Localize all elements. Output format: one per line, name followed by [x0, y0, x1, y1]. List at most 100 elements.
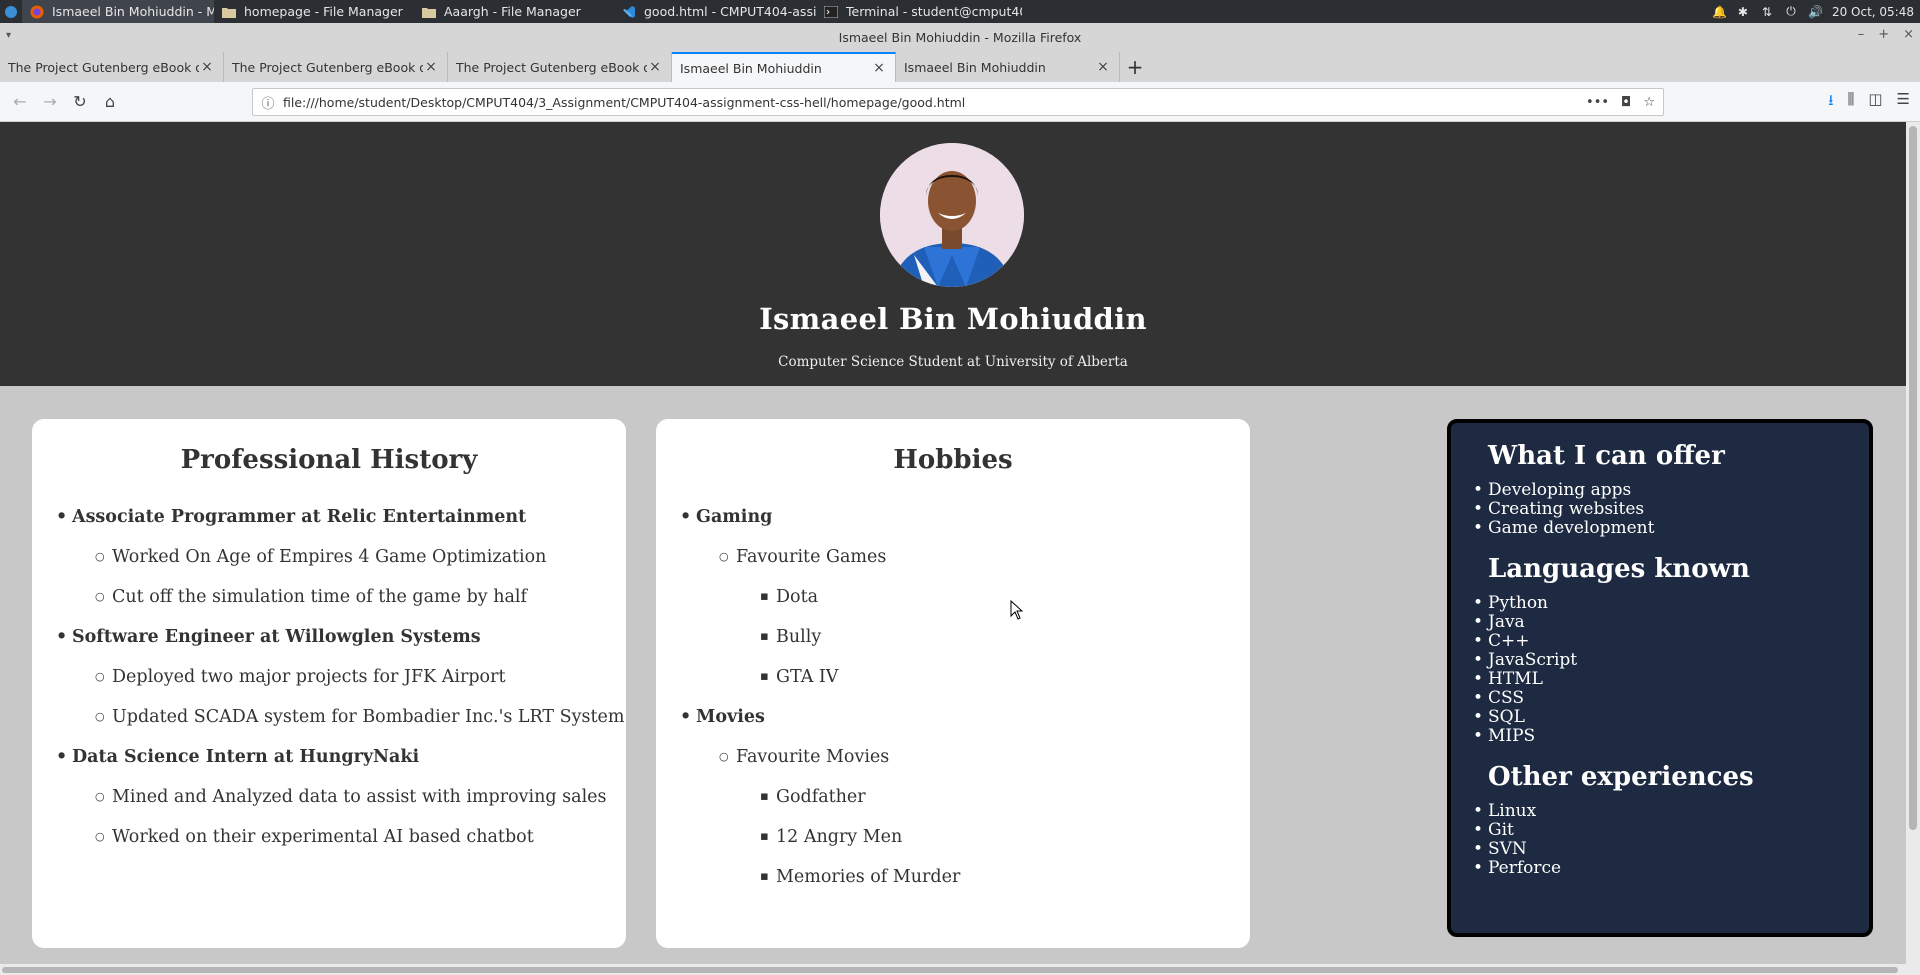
tab-label: The Project Gutenberg eBook of T: [456, 59, 647, 75]
other-experiences-heading: Other experiences: [1488, 762, 1754, 792]
clock[interactable]: 20 Oct, 05:48: [1832, 5, 1914, 19]
start-menu-button[interactable]: [0, 0, 22, 23]
page-viewport: Ismaeel Bin Mohiuddin Computer Science S…: [0, 122, 1906, 964]
sidebar-toggle-icon[interactable]: ◫: [1868, 90, 1882, 115]
taskbar-task-file-manager[interactable]: homepage - File Manager: [214, 0, 414, 23]
home-icon: ⌂: [104, 92, 116, 111]
scrollbar-thumb[interactable]: [2, 967, 1898, 973]
taskbar-task-firefox[interactable]: Ismaeel Bin Mohiuddin - Mo...: [22, 0, 214, 23]
volume-icon[interactable]: 🔊: [1808, 5, 1823, 19]
folder-icon: [222, 5, 236, 19]
power-icon[interactable]: ⏻: [1784, 4, 1798, 19]
professional-history-heading: Professional History: [180, 445, 478, 475]
tab-label: The Project Gutenberg eBook of F: [232, 59, 423, 75]
hamburger-menu-icon[interactable]: ☰: [1897, 90, 1910, 115]
close-tab-icon[interactable]: ×: [199, 59, 215, 75]
folder-icon: [422, 5, 436, 19]
language-item: Java: [1451, 613, 1869, 633]
tab-gutenberg-3[interactable]: The Project Gutenberg eBook of T ×: [448, 52, 672, 82]
close-tab-icon[interactable]: ×: [647, 59, 663, 75]
close-tab-icon[interactable]: ×: [1095, 59, 1111, 75]
task-label: Ismaeel Bin Mohiuddin - Mo...: [52, 4, 214, 19]
languages-heading: Languages known: [1488, 554, 1750, 584]
pocket-icon[interactable]: ◘: [1621, 95, 1631, 110]
close-window-icon[interactable]: ×: [1903, 27, 1914, 42]
profile-avatar: [880, 143, 1024, 287]
url-text[interactable]: file:///home/student/Desktop/CMPUT404/3_…: [283, 95, 1586, 110]
offer-item: Creating websites: [1451, 500, 1869, 520]
taskbar-task-file-manager-2[interactable]: Aaargh - File Manager: [414, 0, 614, 23]
maximize-icon[interactable]: +: [1878, 27, 1889, 42]
site-info-icon[interactable]: ⓘ: [253, 93, 283, 112]
reload-icon: ↻: [73, 92, 87, 111]
horizontal-scrollbar[interactable]: [0, 964, 1920, 975]
job-detail: Deployed two major projects for JFK Airp…: [32, 657, 626, 697]
back-button[interactable]: ←: [5, 87, 35, 117]
home-button[interactable]: ⌂: [95, 87, 125, 117]
terminal-icon: [824, 5, 838, 19]
offer-list: Developing apps Creating websites Game d…: [1451, 481, 1869, 539]
new-tab-button[interactable]: +: [1120, 52, 1150, 82]
hobbies-card: Hobbies Gaming Favourite Games Dota Bull…: [656, 419, 1250, 948]
tab-homepage[interactable]: Ismaeel Bin Mohiuddin ×: [896, 52, 1120, 82]
forward-button[interactable]: →: [35, 87, 65, 117]
close-tab-icon[interactable]: ×: [423, 59, 439, 75]
hobby-item: 12 Angry Men: [656, 817, 1250, 857]
hobby-category: Gaming: [656, 497, 1250, 537]
vertical-scrollbar[interactable]: [1906, 122, 1920, 964]
downloads-icon[interactable]: ⭳: [1828, 90, 1833, 115]
scrollbar-thumb[interactable]: [1909, 126, 1917, 830]
hobby-list: Gaming Favourite Games Dota Bully GTA IV…: [656, 497, 1250, 897]
bluetooth-icon[interactable]: ✱: [1736, 5, 1750, 19]
address-bar[interactable]: ⓘ file:///home/student/Desktop/CMPUT404/…: [252, 88, 1664, 116]
vscode-icon: [622, 5, 636, 19]
os-taskbar: Ismaeel Bin Mohiuddin - Mo... homepage -…: [0, 0, 1920, 23]
page-actions-icon[interactable]: •••: [1586, 95, 1609, 110]
system-tray: 🔔 ✱ ⇅ ⏻ 🔊 20 Oct, 05:48: [1712, 0, 1920, 23]
task-label: good.html - CMPUT404-assi...: [644, 4, 816, 19]
job-detail: Updated SCADA system for Bombadier Inc.'…: [32, 697, 626, 737]
tab-gutenberg-2[interactable]: The Project Gutenberg eBook of F ×: [224, 52, 448, 82]
hobby-item: Memories of Murder: [656, 857, 1250, 897]
task-label: Aaargh - File Manager: [444, 4, 581, 19]
page-title: Ismaeel Bin Mohiuddin: [759, 302, 1147, 336]
language-item: Python: [1451, 594, 1869, 614]
offer-heading: What I can offer: [1488, 441, 1725, 471]
language-item: SQL: [1451, 708, 1869, 728]
reload-button[interactable]: ↻: [65, 87, 95, 117]
job-detail: Worked on their experimental AI based ch…: [32, 817, 626, 857]
bookmark-star-icon[interactable]: ☆: [1643, 95, 1655, 110]
window-title: Ismaeel Bin Mohiuddin - Mozilla Firefox: [838, 30, 1082, 45]
offer-item: Developing apps: [1451, 481, 1869, 501]
offer-item: Game development: [1451, 519, 1869, 539]
network-icon[interactable]: ⇅: [1760, 5, 1774, 19]
minimize-icon[interactable]: –: [1858, 27, 1865, 42]
hobby-item: Bully: [656, 617, 1250, 657]
mouse-cursor-icon: [1010, 600, 1024, 620]
tab-gutenberg-1[interactable]: The Project Gutenberg eBook of F ×: [0, 52, 224, 82]
window-menu-icon[interactable]: ▾: [6, 30, 11, 41]
hobby-subcategory: Favourite Games: [656, 537, 1250, 577]
library-icon[interactable]: ⫼: [1847, 90, 1854, 115]
taskbar-task-vscode[interactable]: good.html - CMPUT404-assi...: [614, 0, 816, 23]
plus-icon: +: [1126, 55, 1144, 79]
tab-strip: The Project Gutenberg eBook of F × The P…: [0, 52, 1920, 82]
language-item: C++: [1451, 632, 1869, 652]
experience-item: SVN: [1451, 840, 1869, 860]
taskbar-task-terminal[interactable]: Terminal - student@cmput40...: [816, 0, 1022, 23]
tab-homepage-active[interactable]: Ismaeel Bin Mohiuddin ×: [672, 52, 896, 82]
job-role: Data Science Intern at HungryNaki: [32, 737, 626, 777]
window-titlebar: ▾ Ismaeel Bin Mohiuddin - Mozilla Firefo…: [0, 23, 1920, 52]
skills-sidebar: What I can offer Developing apps Creatin…: [1447, 419, 1873, 937]
close-tab-icon[interactable]: ×: [871, 60, 887, 76]
language-item: HTML: [1451, 670, 1869, 690]
job-detail: Worked On Age of Empires 4 Game Optimiza…: [32, 537, 626, 577]
job-detail: Cut off the simulation time of the game …: [32, 577, 626, 617]
notification-bell-icon[interactable]: 🔔: [1712, 5, 1727, 19]
forward-arrow-icon: →: [43, 92, 57, 111]
task-label: Terminal - student@cmput40...: [846, 4, 1022, 19]
language-item: CSS: [1451, 689, 1869, 709]
job-detail: Mined and Analyzed data to assist with i…: [32, 777, 626, 817]
experience-item: Linux: [1451, 802, 1869, 822]
back-arrow-icon: ←: [13, 92, 27, 111]
